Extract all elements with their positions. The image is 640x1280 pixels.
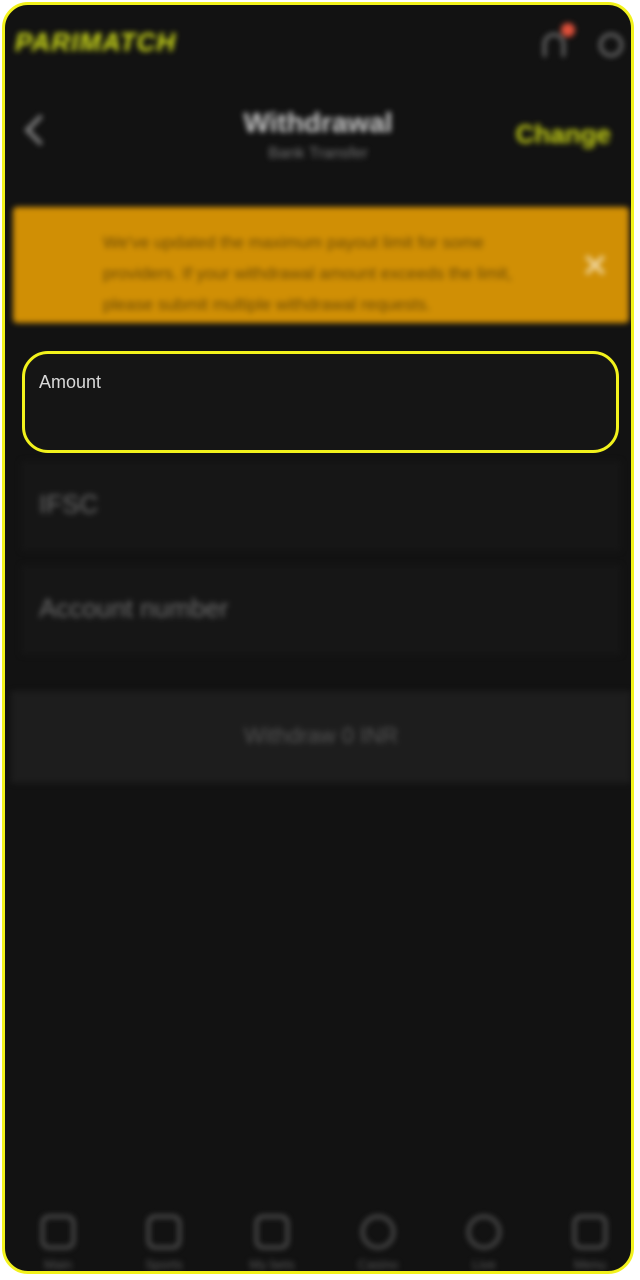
amount-input[interactable]: Amount [22,351,619,453]
nav-item-menu[interactable]: Menu [545,1215,631,1272]
amount-label: Amount [39,372,102,392]
top-bar: PARIMATCH [5,5,631,85]
nav-label: Sports [145,1257,183,1272]
bell-icon[interactable] [537,23,575,63]
info-banner: We've updated the maximum payout limit f… [13,207,629,323]
user-icon[interactable] [593,29,627,63]
withdraw-button[interactable]: Withdraw 0 INR [11,691,631,783]
nav-item-my-bets[interactable]: My bets [227,1215,317,1272]
account-number-input[interactable]: Account number [21,565,621,655]
nav-item-main[interactable]: Main [13,1215,103,1272]
brand-logo[interactable]: PARIMATCH [15,27,176,58]
casino-icon [361,1215,395,1249]
nav-item-live[interactable]: Live [439,1215,529,1272]
nav-label: Casino [357,1257,399,1272]
withdraw-button-label: Withdraw 0 INR [243,723,399,748]
close-icon[interactable] [583,253,607,277]
banner-text: We've updated the maximum payout limit f… [103,233,513,314]
home-icon [41,1215,75,1249]
nav-label: Menu [573,1257,607,1272]
notification-badge [561,23,575,37]
bets-icon [255,1215,289,1249]
bottom-navigation: Main Sports My bets Casino Live Menu [5,1205,631,1272]
ticket-icon [147,1215,181,1249]
live-icon [467,1215,501,1249]
nav-item-casino[interactable]: Casino [333,1215,423,1272]
nav-label: Main [43,1257,73,1272]
ifsc-placeholder: IFSC [39,489,99,519]
page-header: Withdrawal Bank Transfer Change [5,95,631,175]
menu-icon [573,1215,607,1249]
account-number-placeholder: Account number [39,593,229,623]
change-method-link[interactable]: Change [516,119,611,150]
nav-label: My bets [249,1257,295,1272]
phone-frame: PARIMATCH Withdrawal Bank Transfer Chang… [2,2,634,1274]
nav-label: Live [472,1257,496,1272]
nav-item-sports[interactable]: Sports [119,1215,209,1272]
ifsc-input[interactable]: IFSC [21,461,621,551]
